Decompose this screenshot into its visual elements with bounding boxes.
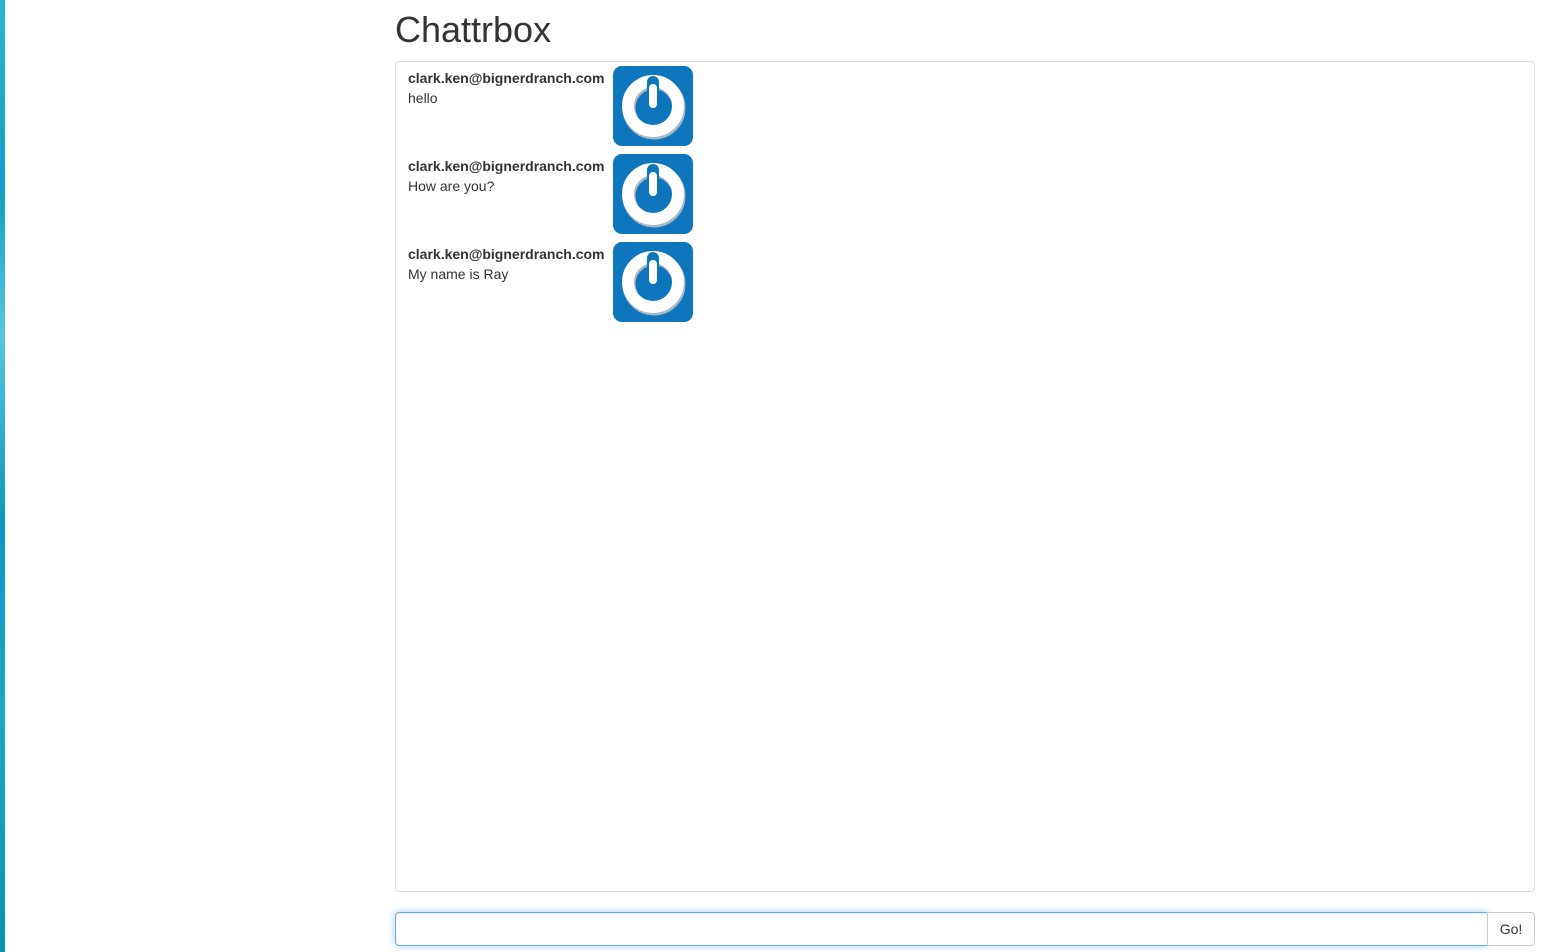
message-body: hello xyxy=(408,90,438,106)
message-item: clark.ken@bignerdranch.com hello xyxy=(408,66,1534,146)
message-body: How are you? xyxy=(408,178,495,194)
message-sender: clark.ken@bignerdranch.com xyxy=(408,158,605,174)
message-list: clark.ken@bignerdranch.com hello clark.k… xyxy=(396,62,1534,322)
message-text: clark.ken@bignerdranch.com hello xyxy=(408,66,613,108)
message-sender: clark.ken@bignerdranch.com xyxy=(408,70,605,86)
message-item: clark.ken@bignerdranch.com How are you? xyxy=(408,154,1534,234)
background-edge xyxy=(0,0,5,952)
message-form: Go! xyxy=(395,912,1535,946)
message-text: clark.ken@bignerdranch.com My name is Ra… xyxy=(408,242,613,284)
send-button[interactable]: Go! xyxy=(1487,912,1535,946)
message-input[interactable] xyxy=(395,912,1487,946)
power-avatar-icon xyxy=(613,242,693,322)
message-text: clark.ken@bignerdranch.com How are you? xyxy=(408,154,613,196)
power-avatar-icon xyxy=(613,154,693,234)
message-panel[interactable]: clark.ken@bignerdranch.com hello clark.k… xyxy=(395,61,1535,892)
message-item: clark.ken@bignerdranch.com My name is Ra… xyxy=(408,242,1534,322)
power-avatar-icon xyxy=(613,66,693,146)
app-title: Chattrbox xyxy=(395,9,552,50)
message-sender: clark.ken@bignerdranch.com xyxy=(408,246,605,262)
message-body: My name is Ray xyxy=(408,266,509,282)
